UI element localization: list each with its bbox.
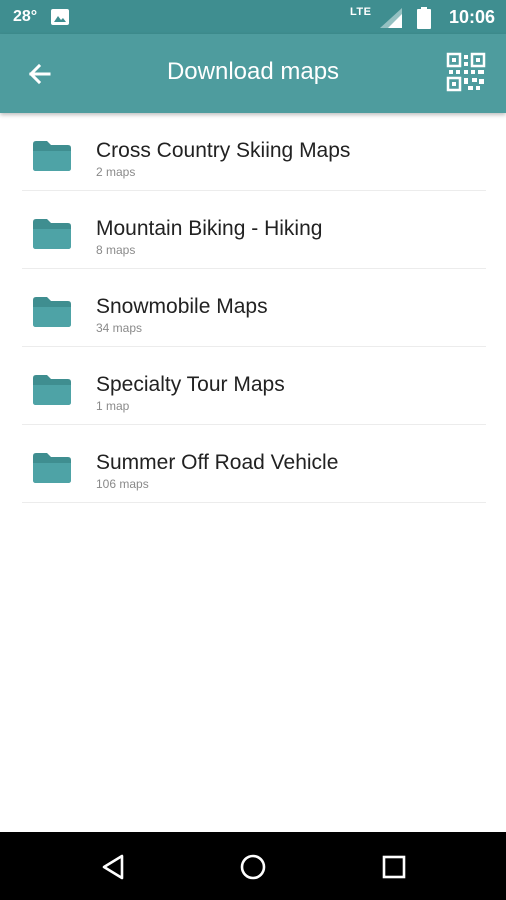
back-triangle-icon[interactable] [96, 850, 130, 884]
folder-icon [33, 141, 71, 176]
temperature-text: 28° [13, 8, 38, 25]
folder-name: Snowmobile Maps [96, 295, 268, 318]
signal-icon [380, 8, 402, 33]
folder-item[interactable]: Summer Off Road Vehicle 106 maps [22, 425, 486, 503]
folder-icon [33, 453, 71, 488]
map-count: 34 maps [96, 321, 143, 335]
status-bar: 28° LTE 10:06 [0, 0, 506, 34]
folder-item[interactable]: Specialty Tour Maps 1 map [22, 347, 486, 425]
map-count: 2 maps [96, 165, 136, 179]
qr-code-icon[interactable] [446, 52, 486, 97]
app-bar: Download maps [0, 34, 506, 113]
system-nav-bar [0, 832, 506, 900]
folder-icon [33, 375, 71, 410]
home-circle-icon[interactable] [236, 850, 270, 884]
clock: 10:06 [448, 7, 495, 27]
image-icon [51, 9, 69, 30]
recents-square-icon[interactable] [377, 850, 411, 884]
folder-name: Summer Off Road Vehicle [96, 451, 339, 474]
map-count: 1 map [96, 399, 130, 413]
folder-icon [33, 219, 71, 254]
page-title: Download maps [166, 58, 340, 85]
folder-name: Specialty Tour Maps [96, 373, 285, 396]
folder-item[interactable]: Snowmobile Maps 34 maps [22, 269, 486, 347]
folder-icon [33, 297, 71, 332]
folder-list: Cross Country Skiing Maps 2 maps Mountai… [0, 113, 506, 503]
folder-item[interactable]: Mountain Biking - Hiking 8 maps [22, 191, 486, 269]
network-type: LTE [350, 6, 372, 18]
map-count: 106 maps [96, 477, 149, 491]
battery-icon [417, 7, 431, 34]
folder-name: Cross Country Skiing Maps [96, 139, 351, 162]
folder-name: Mountain Biking - Hiking [96, 217, 323, 240]
map-count: 8 maps [96, 243, 136, 257]
folder-item[interactable]: Cross Country Skiing Maps 2 maps [22, 113, 486, 191]
